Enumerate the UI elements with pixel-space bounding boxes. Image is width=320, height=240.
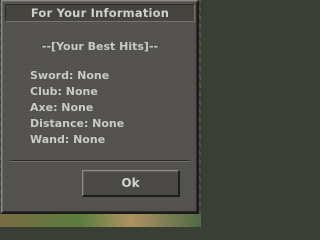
hit-row-distance: Distance: None [30, 117, 125, 130]
dialog-separator [11, 160, 189, 162]
best-hits-list: Sword: None Club: None Axe: None Distanc… [30, 68, 124, 148]
best-hits-header: --[Your Best Hits]-- [41, 40, 159, 53]
ok-button[interactable]: Ok [82, 170, 180, 197]
hit-row-axe: Axe: None [30, 101, 94, 114]
hit-row-wand: Wand: None [30, 133, 106, 146]
hit-row-sword: Sword: None [30, 69, 110, 82]
information-dialog: For Your Information --[Your Best Hits]-… [1, 0, 199, 214]
game-map-strip [0, 214, 201, 227]
hit-row-club: Club: None [30, 85, 98, 98]
dialog-titlebar[interactable]: For Your Information [5, 4, 195, 22]
dialog-title: For Your Information [30, 6, 170, 20]
